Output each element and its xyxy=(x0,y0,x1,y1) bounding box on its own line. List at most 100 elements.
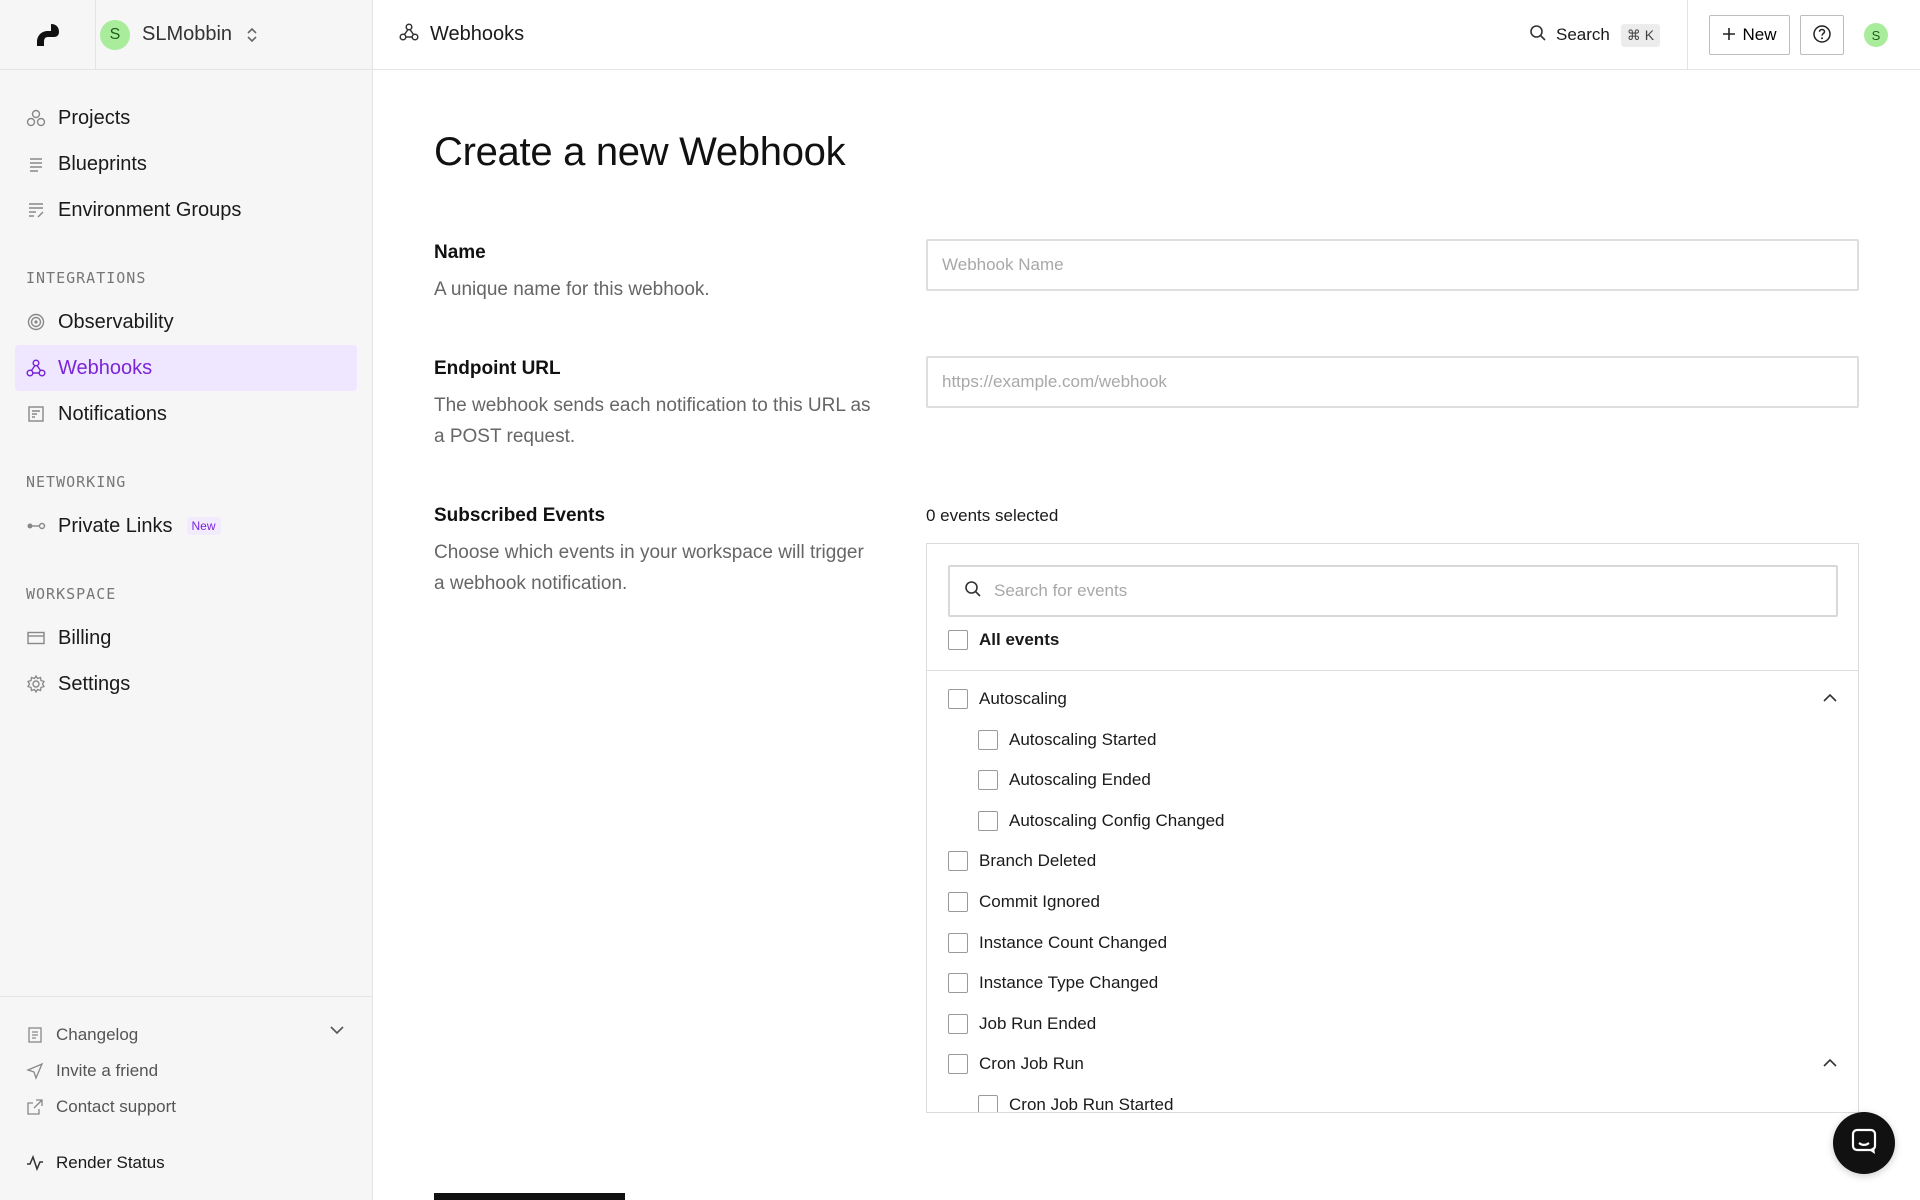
event-checkbox[interactable] xyxy=(978,1095,998,1112)
webhook-name-input[interactable] xyxy=(926,239,1859,291)
event-row: Autoscaling Config Changed xyxy=(978,807,1224,835)
chat-icon xyxy=(1849,1126,1879,1161)
environment-groups-icon xyxy=(26,200,46,220)
event-checkbox[interactable] xyxy=(948,689,968,709)
sidebar-item-webhooks[interactable]: Webhooks xyxy=(15,345,357,391)
webhooks-icon xyxy=(26,358,46,378)
section-label-networking: NETWORKING xyxy=(26,473,127,491)
event-row: Autoscaling Started xyxy=(978,726,1156,754)
all-events-label: All events xyxy=(979,630,1060,649)
sidebar-item-billing[interactable]: Billing xyxy=(15,615,357,661)
changelog-icon xyxy=(26,1026,44,1044)
event-checkbox[interactable] xyxy=(948,892,968,912)
render-logo-icon xyxy=(36,23,59,46)
event-checkbox[interactable] xyxy=(978,770,998,791)
search-icon xyxy=(1529,24,1547,47)
event-checkbox[interactable] xyxy=(948,1054,968,1075)
workspace-switcher[interactable]: S SLMobbin xyxy=(98,0,258,70)
sidebar-item-environment-groups[interactable]: Environment Groups xyxy=(15,187,357,233)
sidebar-item-label: Notifications xyxy=(58,402,167,425)
sidebar-item-label: Settings xyxy=(58,672,131,695)
events-field-label: Subscribed Events xyxy=(434,505,606,526)
event-checkbox[interactable] xyxy=(948,973,968,994)
workspace-avatar: S xyxy=(100,19,130,50)
all-events-checkbox[interactable] xyxy=(948,630,968,650)
render-status-label: Render Status xyxy=(56,1153,165,1172)
sidebar-item-private-links[interactable]: Private Links New xyxy=(15,503,357,549)
chevron-down-icon[interactable] xyxy=(329,1025,345,1035)
event-row: Branch Deleted xyxy=(948,847,1096,875)
event-checkbox[interactable] xyxy=(948,932,968,953)
render-status-link[interactable]: Render Status xyxy=(0,1145,373,1181)
sidebar-item-label: Projects xyxy=(58,106,131,129)
event-checkbox[interactable] xyxy=(978,729,998,750)
section-label-integrations: INTEGRATIONS xyxy=(26,269,147,287)
events-selector-header: All events xyxy=(927,544,1858,671)
event-search-input[interactable] xyxy=(994,581,1814,601)
render-logo[interactable] xyxy=(0,0,96,70)
webhooks-icon xyxy=(399,22,419,47)
contact-support-label: Contact support xyxy=(56,1097,177,1116)
changelog-label: Changelog xyxy=(56,1025,139,1044)
sidebar-item-settings[interactable]: Settings xyxy=(15,661,357,707)
event-label: Autoscaling xyxy=(979,689,1067,708)
external-link-icon xyxy=(26,1098,44,1116)
sidebar-item-blueprints[interactable]: Blueprints xyxy=(15,141,357,187)
breadcrumb: Webhooks xyxy=(399,22,524,47)
event-label: Job Run Ended xyxy=(979,1013,1097,1033)
event-label: Commit Ignored xyxy=(979,892,1100,911)
blueprints-icon xyxy=(26,154,46,174)
observability-icon xyxy=(26,312,46,332)
send-icon xyxy=(26,1062,44,1080)
event-row: Autoscaling Ended xyxy=(978,766,1151,794)
breadcrumb-label: Webhooks xyxy=(430,23,525,45)
sidebar: S SLMobbin Projects Blueprints Environme… xyxy=(0,0,373,1200)
new-button[interactable]: New xyxy=(1709,15,1790,55)
private-links-icon xyxy=(26,516,46,536)
event-label: Instance Type Changed xyxy=(979,973,1159,993)
events-field-description: Choose which events in your workspace wi… xyxy=(434,542,864,594)
sidebar-item-notifications[interactable]: Notifications xyxy=(15,391,357,437)
user-avatar[interactable]: S xyxy=(1864,23,1888,47)
search-icon xyxy=(964,580,982,603)
sidebar-item-label: Environment Groups xyxy=(58,198,242,221)
main-content: Create a new Webhook Name A unique name … xyxy=(373,70,1920,1200)
invite-friend-link[interactable]: Invite a friend xyxy=(0,1053,373,1089)
notifications-icon xyxy=(26,404,46,424)
event-label: Instance Count Changed xyxy=(979,932,1168,952)
event-checkbox[interactable] xyxy=(948,1013,968,1034)
event-label: Branch Deleted xyxy=(979,851,1097,871)
url-field-description: The webhook sends each notification to t… xyxy=(434,395,871,447)
event-row: Job Run Ended xyxy=(948,1010,1096,1038)
credit-card-icon xyxy=(26,628,46,648)
sidebar-item-projects[interactable]: Projects xyxy=(15,95,357,141)
create-webhook-button[interactable] xyxy=(434,1193,625,1200)
event-row: Instance Count Changed xyxy=(948,929,1167,957)
event-row: Autoscaling xyxy=(948,685,1067,713)
changelog-link[interactable]: Changelog xyxy=(0,1017,373,1053)
sidebar-item-observability[interactable]: Observability xyxy=(15,299,357,345)
event-checkbox[interactable] xyxy=(948,851,968,872)
search-label: Search xyxy=(1556,25,1610,44)
contact-support-link[interactable]: Contact support xyxy=(0,1089,373,1125)
chevron-up-icon[interactable] xyxy=(1822,693,1838,703)
chat-support-button[interactable] xyxy=(1833,1112,1895,1174)
event-row: Instance Type Changed xyxy=(948,969,1158,997)
name-field-description: A unique name for this webhook. xyxy=(434,279,710,300)
event-search-box xyxy=(948,565,1838,617)
sidebar-item-label: Observability xyxy=(58,310,174,333)
chevron-up-icon[interactable] xyxy=(1822,1058,1838,1068)
event-row: Cron Job Run Started xyxy=(978,1091,1173,1112)
url-field-label: Endpoint URL xyxy=(434,358,561,379)
event-label: Autoscaling Started xyxy=(1009,729,1157,749)
global-search-button[interactable]: Search ⌘ K xyxy=(1529,20,1661,50)
help-button[interactable] xyxy=(1800,15,1844,55)
event-checkbox[interactable] xyxy=(978,810,998,831)
all-events-row: All events xyxy=(948,630,1059,650)
gear-icon xyxy=(26,674,46,694)
chevron-updown-icon xyxy=(246,26,258,44)
events-selector: All events Autoscaling Autoscaling Starte… xyxy=(926,543,1859,1113)
name-field-label: Name xyxy=(434,242,486,263)
sidebar-item-label: Billing xyxy=(58,626,112,649)
endpoint-url-input[interactable] xyxy=(926,356,1859,408)
